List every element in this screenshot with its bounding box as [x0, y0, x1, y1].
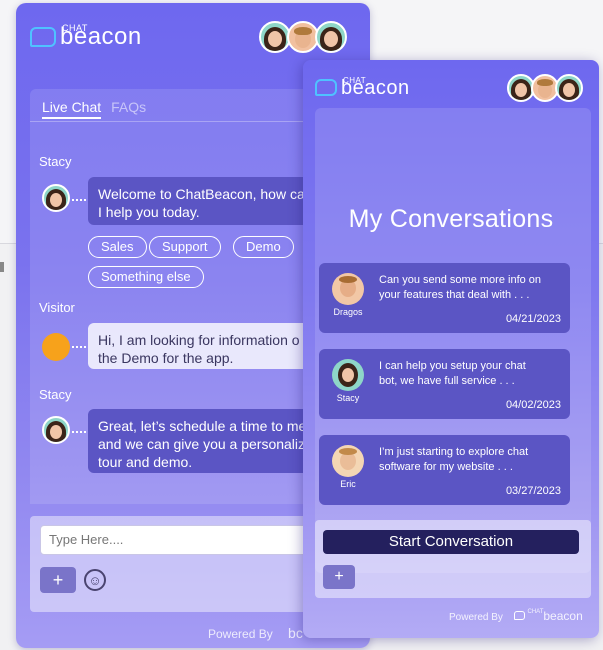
start-conversation-button[interactable]: Start Conversation: [323, 530, 579, 554]
connector: [72, 199, 86, 201]
message-date: 04/02/2023: [505, 399, 561, 411]
powered-by: Powered By bc: [208, 625, 303, 641]
message-date: 03/27/2023: [505, 485, 561, 497]
my-conversations-widget: CHAT beacon My Conversations Dragos Can …: [303, 60, 599, 638]
chatbeacon-logo: CHAT beacon: [315, 76, 410, 98]
sender-name: Stacy: [39, 387, 72, 402]
chatbeacon-footer-logo: bc: [288, 625, 303, 641]
conversation-item[interactable]: Eric I’m just starting to explore chat s…: [319, 435, 570, 505]
message-preview: I can help you setup your chat bot, we h…: [379, 360, 526, 387]
connector: [72, 431, 86, 433]
tab-faqs[interactable]: FAQs: [111, 99, 146, 119]
add-attachment-button[interactable]: +: [40, 567, 76, 593]
quick-reply-demo[interactable]: Demo: [233, 236, 294, 258]
agent-avatar: [42, 416, 70, 444]
message-date: 04/21/2023: [505, 313, 561, 325]
visitor-avatar: [42, 333, 70, 361]
message-input[interactable]: Type Here....: [40, 525, 330, 555]
contact-name: Stacy: [336, 393, 360, 403]
chat-bubble-icon: [315, 79, 337, 96]
avatar: [555, 74, 583, 102]
connector: [72, 346, 86, 348]
avatar: [332, 445, 364, 477]
emoji-icon[interactable]: ☺: [84, 569, 106, 591]
chat-bubble-icon: [513, 611, 525, 620]
page-title: My Conversations: [348, 205, 554, 233]
chatbeacon-logo: CHAT beacon: [30, 23, 142, 49]
add-button[interactable]: +: [323, 565, 355, 589]
agent-avatars: [507, 74, 583, 102]
message-preview: I’m just starting to explore chat softwa…: [379, 446, 529, 473]
conversation-item[interactable]: Dragos Can you send some more info on yo…: [319, 263, 570, 333]
quick-reply-something-else[interactable]: Something else: [88, 266, 204, 288]
contact-name: Eric: [340, 479, 356, 489]
sender-name: Visitor: [39, 300, 75, 315]
tab-live-chat[interactable]: Live Chat: [42, 99, 102, 119]
chatbeacon-footer-logo: CHATbeacon: [513, 609, 583, 623]
avatar: [315, 21, 347, 53]
agent-avatars: [259, 21, 347, 53]
contact-name: Dragos: [333, 307, 363, 317]
quick-reply-sales[interactable]: Sales: [88, 236, 147, 258]
quick-reply-support[interactable]: Support: [149, 236, 221, 258]
avatar: [332, 359, 364, 391]
agent-avatar: [42, 184, 70, 212]
chat-bubble-icon: [30, 27, 56, 47]
conversation-item[interactable]: Stacy I can help you setup your chat bot…: [319, 349, 570, 419]
avatar: [332, 273, 364, 305]
powered-by: Powered By CHATbeacon: [449, 609, 583, 623]
chat-tabs: Live Chat FAQs: [42, 99, 146, 119]
page-edge-marker: [0, 262, 4, 272]
sender-name: Stacy: [39, 154, 72, 169]
message-preview: Can you send some more info on your feat…: [379, 274, 542, 301]
